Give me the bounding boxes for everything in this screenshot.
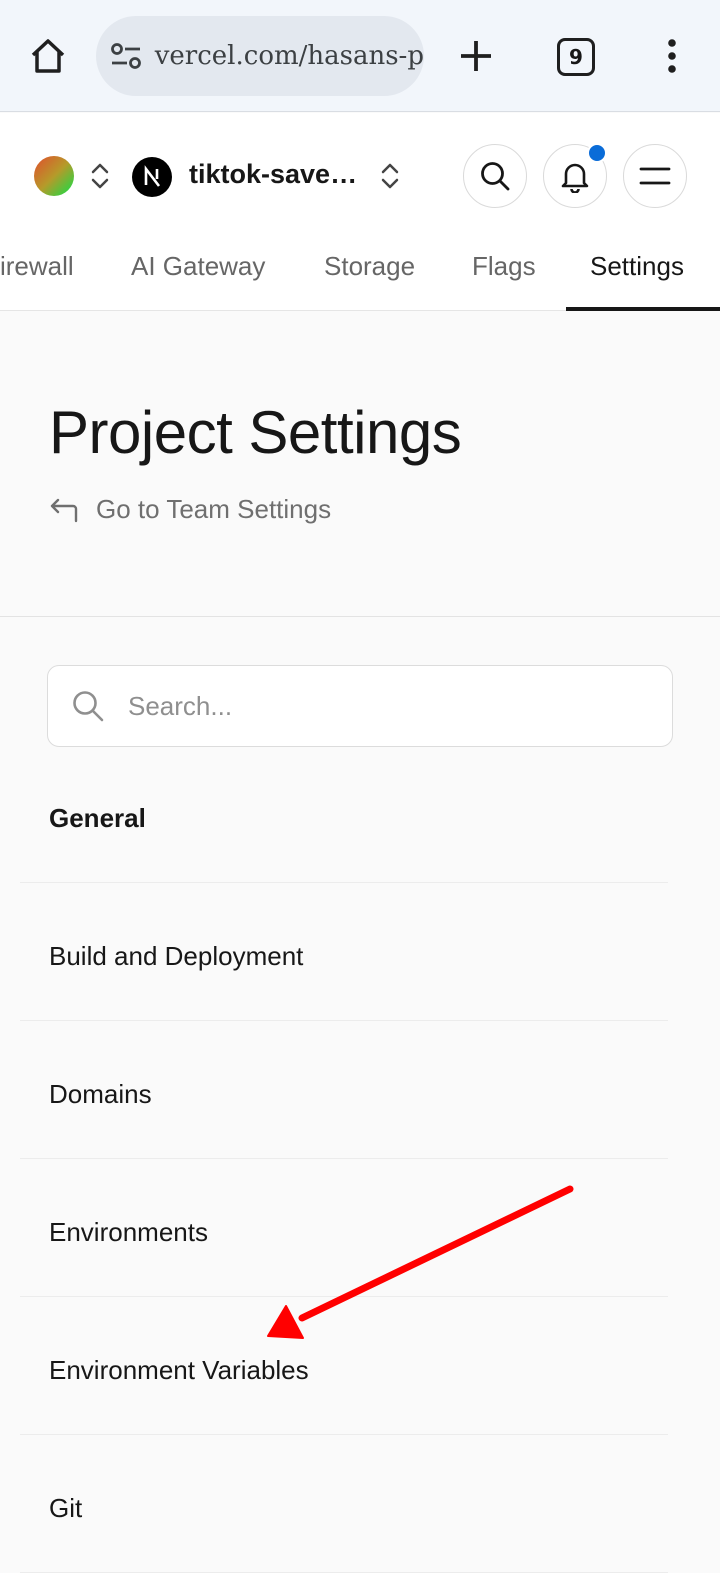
search-icon [481,162,510,191]
hamburger-icon [639,167,671,185]
search-icon [70,688,106,724]
tab-flags[interactable]: Flags [472,251,536,282]
menu-item-environments[interactable]: Environments [20,1159,668,1297]
notification-badge [587,143,607,163]
browser-toolbar: vercel.com/hasans-p 9 [0,0,720,112]
settings-search[interactable] [47,665,673,747]
menu-button[interactable] [623,144,687,208]
menu-item-general[interactable]: General [20,745,668,883]
page-title: Project Settings [49,399,462,466]
url-text[interactable]: vercel.com/hasans-p [155,41,424,71]
tab-switcher-button[interactable]: 9 [557,38,595,76]
site-settings-icon[interactable] [110,38,143,74]
team-avatar[interactable] [34,156,74,196]
app-header: tiktok-save… irewall AI Gateway Storage … [0,113,720,311]
go-to-team-settings-link[interactable]: Go to Team Settings [48,494,331,525]
search-input[interactable] [128,690,608,722]
tab-firewall[interactable]: irewall [0,251,74,282]
return-arrow-icon [50,498,78,522]
project-switcher-chevron-icon[interactable] [378,161,402,191]
tab-storage[interactable]: Storage [324,251,415,282]
address-bar[interactable]: vercel.com/hasans-p [96,16,424,96]
page-hero: Project Settings Go to Team Settings [0,312,720,617]
project-nav-tabs: irewall AI Gateway Storage Flags Setting… [0,241,720,311]
menu-item-git[interactable]: Git [20,1435,668,1573]
tab-settings[interactable]: Settings [590,251,684,282]
menu-item-label: Environments [49,1217,208,1247]
project-name[interactable]: tiktok-save… [189,159,357,190]
search-button[interactable] [463,144,527,208]
bell-icon [561,163,589,193]
menu-item-label: General [49,803,146,833]
menu-item-environment-variables[interactable]: Environment Variables [20,1297,668,1435]
home-icon[interactable] [24,34,72,78]
menu-item-label: Git [49,1493,83,1523]
menu-item-build-and-deployment[interactable]: Build and Deployment [20,883,668,1021]
tab-count: 9 [569,45,583,69]
project-avatar[interactable] [132,157,172,197]
more-options-icon[interactable] [654,34,690,78]
menu-item-label: Domains [49,1079,152,1109]
menu-item-label: Environment Variables [49,1355,309,1385]
back-link-label: Go to Team Settings [96,494,332,524]
new-tab-icon[interactable] [452,32,500,80]
menu-item-domains[interactable]: Domains [20,1021,668,1159]
menu-item-label: Build and Deployment [49,941,304,971]
tab-ai-gateway[interactable]: AI Gateway [131,251,265,282]
active-tab-indicator [566,307,720,311]
team-switcher-chevron-icon[interactable] [88,161,112,191]
